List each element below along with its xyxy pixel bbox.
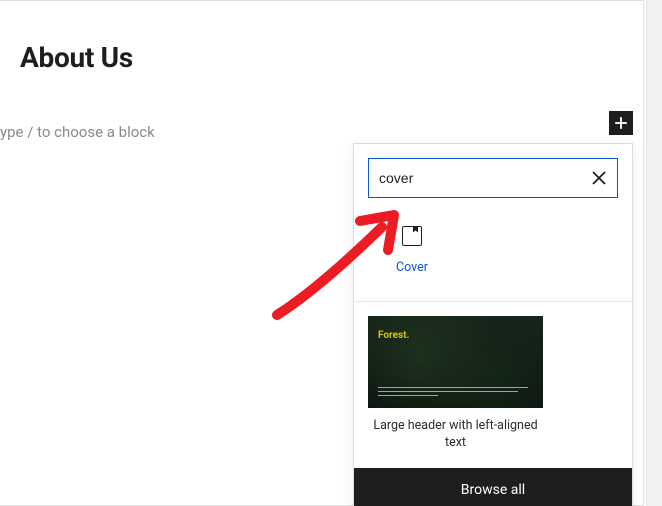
block-placeholder[interactable]: ype / to choose a block (0, 123, 155, 141)
plus-icon (611, 113, 631, 133)
editor-canvas[interactable]: About Us ype / to choose a block (0, 0, 644, 506)
page-title[interactable]: About Us (20, 41, 133, 74)
close-icon (592, 171, 606, 185)
browse-all-button[interactable]: Browse all (354, 468, 632, 506)
pattern-thumbnail[interactable]: Forest. (368, 316, 543, 408)
block-item-cover[interactable]: Cover (366, 218, 458, 283)
scrollbar-track[interactable] (646, 0, 662, 506)
add-block-button[interactable] (609, 111, 633, 135)
pattern-thumb-title: Forest. (378, 330, 409, 341)
pattern-results: Forest. Large header with left-aligned t… (354, 302, 632, 468)
app-frame: About Us ype / to choose a block (0, 0, 662, 506)
cover-icon (402, 226, 422, 246)
block-results: Cover (354, 212, 632, 302)
search-box (368, 158, 618, 198)
search-wrap (354, 144, 632, 212)
block-item-label: Cover (396, 260, 428, 275)
clear-search-button[interactable] (581, 160, 617, 196)
pattern-caption: Large header with left-aligned text (368, 418, 543, 452)
pattern-thumb-line (378, 395, 438, 396)
pattern-thumb-line (378, 387, 528, 388)
pattern-thumb-line (378, 391, 518, 392)
block-inserter-panel: Cover Forest. Large header with left-ali… (353, 143, 633, 506)
search-input[interactable] (369, 170, 581, 186)
